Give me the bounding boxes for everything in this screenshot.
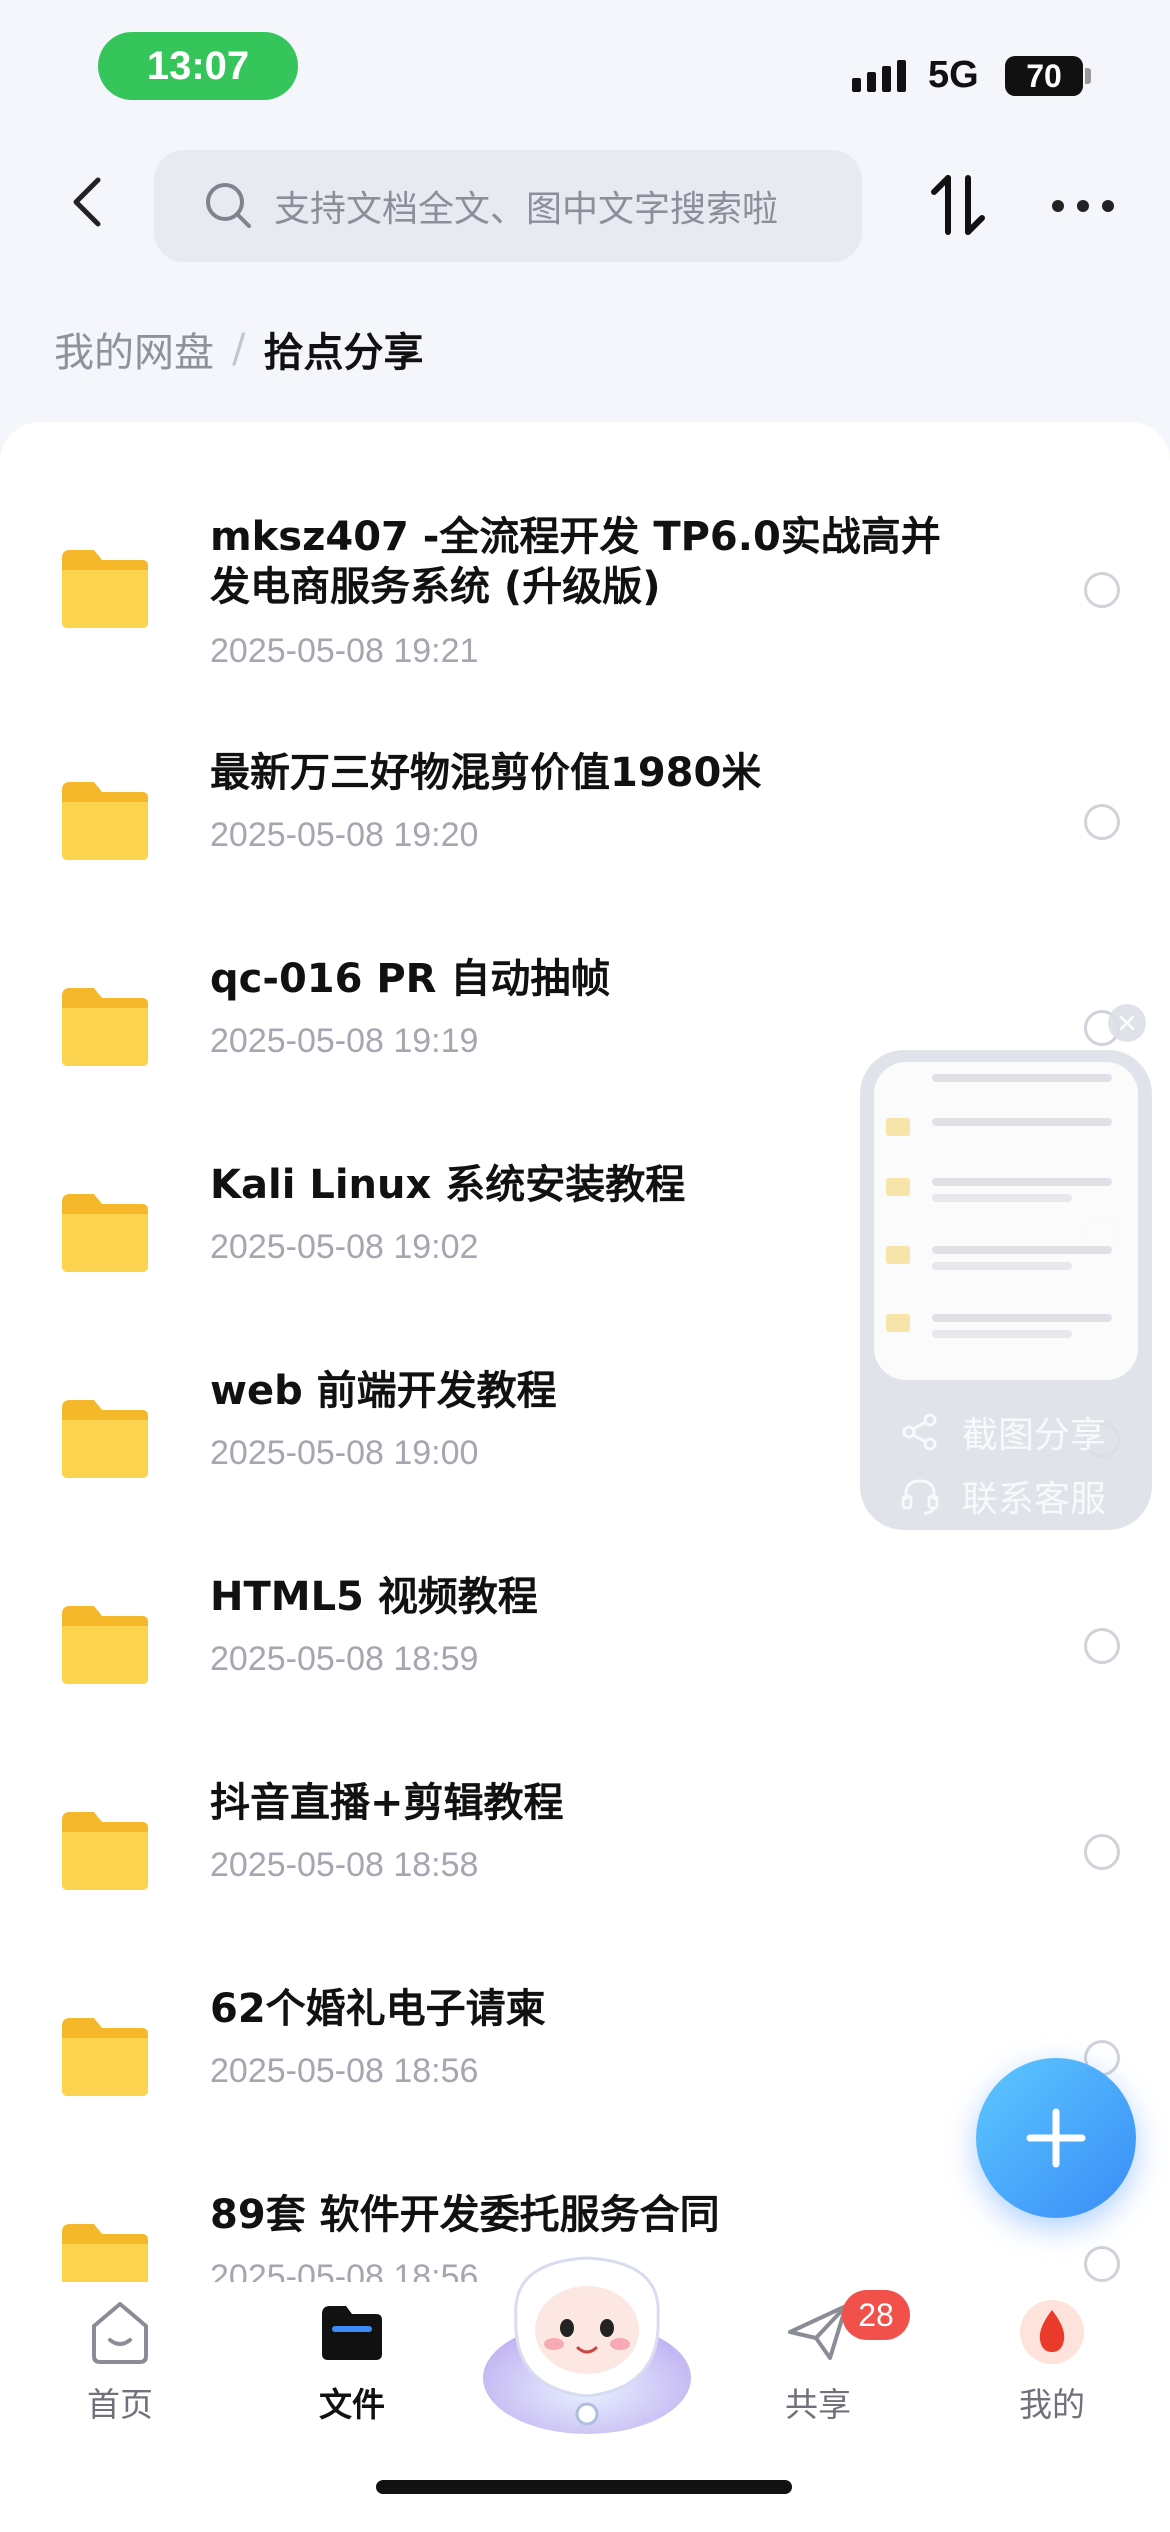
more-dot-icon bbox=[1077, 200, 1089, 212]
headset-icon bbox=[901, 1479, 939, 1515]
file-title: mksz407 -全流程开发 TP6.0实战高并发电商服务系统 (升级版) bbox=[210, 514, 941, 610]
thumbnail-row bbox=[886, 1240, 1126, 1280]
folder-icon bbox=[62, 2224, 148, 2282]
breadcrumb-current: 拾点分享 bbox=[263, 330, 424, 376]
home-indicator[interactable] bbox=[376, 2480, 792, 2494]
signal-icon bbox=[852, 60, 906, 92]
file-title: 最新万三好物混剪价值1980米 bbox=[210, 750, 762, 796]
screenshot-float-panel: 截图分享 联系客服 bbox=[860, 1050, 1152, 1530]
contact-support-button[interactable]: 联系客服 bbox=[900, 1470, 1106, 1522]
chevron-left-icon bbox=[73, 177, 101, 227]
select-checkbox[interactable] bbox=[1084, 804, 1120, 840]
share-icon bbox=[902, 1413, 937, 1451]
back-button[interactable] bbox=[60, 172, 120, 232]
select-checkbox[interactable] bbox=[1084, 1628, 1120, 1664]
sort-button[interactable] bbox=[928, 172, 988, 238]
nav-home[interactable]: 首页 bbox=[50, 2296, 190, 2426]
file-title: web 前端开发教程 bbox=[210, 1368, 557, 1414]
nav-files-label: 文件 bbox=[319, 2385, 385, 2424]
thumbnail-row bbox=[886, 1172, 1126, 1212]
file-date: 2025-05-08 19:19 bbox=[210, 1022, 479, 1060]
nav-me-label: 我的 bbox=[1019, 2385, 1085, 2424]
file-title: 89套 软件开发委托服务合同 bbox=[210, 2192, 720, 2238]
thumbnail-row bbox=[886, 1308, 1126, 1348]
float-close-icon[interactable]: × bbox=[1108, 1004, 1146, 1042]
file-date: 2025-05-08 18:58 bbox=[210, 1846, 479, 1884]
nav-share-label: 共享 bbox=[785, 2385, 851, 2424]
file-date: 2025-05-08 19:20 bbox=[210, 816, 479, 854]
screenshot-share-button[interactable]: 截图分享 bbox=[900, 1406, 1106, 1458]
more-dot-icon bbox=[1052, 200, 1064, 212]
folder-icon bbox=[62, 2018, 148, 2096]
battery-tip bbox=[1085, 68, 1091, 84]
search-placeholder: 支持文档全文、图中文字搜索啦 bbox=[274, 189, 779, 230]
search-input[interactable]: 支持文档全文、图中文字搜索啦 bbox=[154, 150, 862, 262]
mascot-icon[interactable] bbox=[476, 2238, 698, 2438]
folder-icon bbox=[62, 1606, 148, 1684]
file-title: 62个婚礼电子请柬 bbox=[210, 1986, 546, 2032]
thumbnail-row bbox=[886, 1068, 1126, 1108]
status-time: 13:07 bbox=[98, 32, 298, 100]
contact-support-label: 联系客服 bbox=[962, 1479, 1107, 1520]
breadcrumb: 我的网盘 / 拾点分享 bbox=[54, 320, 423, 378]
status-bar: 13:07 5G 70 bbox=[0, 0, 1170, 140]
nav-home-label: 首页 bbox=[87, 2385, 153, 2424]
folder-filled-icon bbox=[322, 2306, 382, 2360]
thumbnail-row bbox=[886, 1112, 1126, 1152]
folder-icon bbox=[62, 550, 148, 628]
file-date: 2025-05-08 18:56 bbox=[210, 2258, 479, 2282]
network-type: 5G bbox=[928, 54, 979, 96]
avatar-icon bbox=[1020, 2300, 1084, 2364]
file-date: 2025-05-08 19:02 bbox=[210, 1228, 479, 1266]
nav-files[interactable]: 文件 bbox=[282, 2296, 422, 2426]
share-badge: 28 bbox=[842, 2290, 910, 2340]
plus-icon bbox=[1026, 2108, 1086, 2168]
select-checkbox[interactable] bbox=[1084, 1834, 1120, 1870]
screenshot-share-label: 截图分享 bbox=[962, 1415, 1107, 1456]
add-button[interactable] bbox=[976, 2058, 1136, 2218]
battery-icon: 70 bbox=[1005, 56, 1083, 96]
file-title: Kali Linux 系统安装教程 bbox=[210, 1162, 686, 1208]
folder-icon bbox=[62, 1400, 148, 1478]
home-icon bbox=[92, 2302, 148, 2364]
folder-icon bbox=[62, 782, 148, 860]
file-date: 2025-05-08 18:59 bbox=[210, 1640, 479, 1678]
search-icon bbox=[206, 183, 251, 228]
folder-icon bbox=[62, 988, 148, 1066]
file-title: qc-016 PR 自动抽帧 bbox=[210, 956, 611, 1002]
bottom-nav: 首页 文件 共享 28 我的 bbox=[0, 2256, 1170, 2532]
more-options-button[interactable] bbox=[1052, 196, 1114, 216]
folder-icon bbox=[62, 1194, 148, 1272]
screenshot-thumbnail[interactable] bbox=[874, 1062, 1138, 1380]
file-date: 2025-05-08 19:21 bbox=[210, 632, 479, 670]
file-date: 2025-05-08 19:00 bbox=[210, 1434, 479, 1472]
breadcrumb-separator: / bbox=[232, 326, 246, 372]
file-title: HTML5 视频教程 bbox=[210, 1574, 538, 1620]
folder-icon bbox=[62, 1812, 148, 1890]
file-date: 2025-05-08 18:56 bbox=[210, 2052, 479, 2090]
file-title: 抖音直播+剪辑教程 bbox=[210, 1780, 564, 1826]
nav-me[interactable]: 我的 bbox=[982, 2296, 1122, 2426]
select-checkbox[interactable] bbox=[1084, 2246, 1120, 2282]
sort-icon bbox=[931, 175, 985, 235]
select-checkbox[interactable] bbox=[1084, 572, 1120, 608]
more-dot-icon bbox=[1102, 200, 1114, 212]
breadcrumb-root[interactable]: 我的网盘 bbox=[54, 320, 214, 378]
